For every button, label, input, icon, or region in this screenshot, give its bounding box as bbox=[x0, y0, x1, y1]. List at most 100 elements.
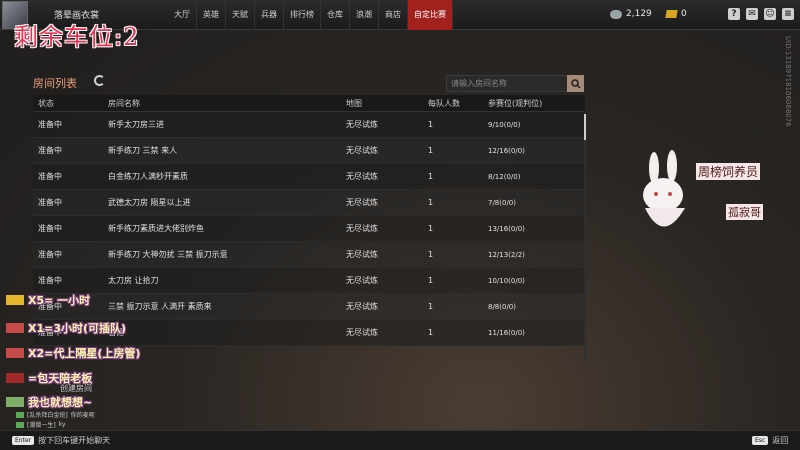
row-room-name: 新手练刀 三禁 来人 bbox=[108, 146, 178, 155]
sprout-gift-icon bbox=[6, 397, 24, 407]
nav-custom-match[interactable]: 自定比赛 bbox=[408, 0, 453, 30]
row-slots: 8/12(0/0) bbox=[488, 172, 521, 181]
nav-talents[interactable]: 天赋 bbox=[226, 0, 255, 30]
table-row[interactable]: 准备中 太刀房 让拾刀 无尽试炼 1 10/10(0/0) bbox=[33, 268, 585, 294]
row-players: 1 bbox=[428, 146, 434, 155]
row-players: 1 bbox=[428, 198, 434, 207]
nav-tide[interactable]: 浪潮 bbox=[350, 0, 379, 30]
top-icons: ? ✉ ☺ ≡ bbox=[728, 8, 794, 20]
row-map: 无尽试炼 bbox=[346, 172, 378, 181]
table-row[interactable]: 准备中 三禁 振刀示意 人满开 素质来 无尽试炼 1 8/8(0/0) bbox=[33, 294, 585, 320]
row-slots: 8/8(0/0) bbox=[488, 302, 516, 311]
main-nav: 大厅 英雄 天赋 兵器 排行榜 仓库 浪潮 商店 自定比赛 bbox=[168, 0, 453, 30]
silver-currency: 2,129 bbox=[610, 9, 652, 19]
search-icon bbox=[570, 78, 581, 89]
chat-message: [乱杀拜白金班] 你的麦呢 bbox=[16, 410, 95, 419]
gift-line-text: X1=3小时(可插队) bbox=[28, 322, 127, 335]
plane-gift-icon bbox=[6, 348, 24, 358]
chat-message: [潮僧一生] ky bbox=[16, 420, 66, 429]
chat-badge-icon bbox=[16, 421, 24, 428]
col-map[interactable]: 地图 bbox=[341, 95, 423, 111]
col-slots[interactable]: 参赛位(观判位) bbox=[483, 95, 583, 111]
nav-warehouse[interactable]: 仓库 bbox=[321, 0, 350, 30]
row-status: 准备中 bbox=[38, 224, 62, 233]
col-team-size[interactable]: 每队人数 bbox=[423, 95, 483, 111]
row-players: 1 bbox=[428, 328, 434, 337]
row-slots: 10/10(0/0) bbox=[488, 276, 525, 285]
mascot-name-label: 孤寂哥 bbox=[726, 204, 763, 220]
row-map: 无尽试炼 bbox=[346, 198, 378, 207]
row-map: 无尽试炼 bbox=[346, 146, 378, 155]
table-row[interactable]: 准备中 新手练刀 三禁 来人 无尽试炼 1 12/16(0/0) bbox=[33, 138, 585, 164]
row-status: 准备中 bbox=[38, 120, 62, 129]
room-search-input[interactable]: 请输入房间名称 bbox=[446, 75, 568, 92]
nav-weapons[interactable]: 兵器 bbox=[255, 0, 284, 30]
gold-currency: 0 bbox=[665, 9, 687, 19]
row-status: 准备中 bbox=[38, 146, 62, 155]
row-slots: 12/16(0/0) bbox=[488, 146, 525, 155]
gift-line: X2=代上隔星(上房管) bbox=[6, 345, 140, 361]
table-row[interactable]: 准备中 新手太刀房三进 无尽试炼 1 9/10(0/0) bbox=[33, 112, 585, 138]
table-row[interactable]: 准备中 新手练刀素质进大佬别炸鱼 无尽试炼 1 13/16(0/0) bbox=[33, 216, 585, 242]
row-slots: 7/8(0/0) bbox=[488, 198, 516, 207]
col-status[interactable]: 状态 bbox=[33, 95, 103, 111]
chat-hint: Enter 按下回车键开始聊天 bbox=[12, 435, 110, 446]
gift-line-text: 我也就想想~ bbox=[28, 396, 93, 409]
gift-line: X1=3小时(可插队) bbox=[6, 320, 126, 336]
table-body: 准备中 新手太刀房三进 无尽试炼 1 9/10(0/0) 准备中 新手练刀 三禁… bbox=[33, 112, 585, 346]
search-button[interactable] bbox=[567, 75, 584, 92]
chat-sender: [乱杀拜白金班] bbox=[27, 412, 68, 419]
nav-leaderboard[interactable]: 排行榜 bbox=[284, 0, 321, 30]
row-status: 准备中 bbox=[38, 276, 62, 285]
chat-hint-text: 按下回车键开始聊天 bbox=[38, 436, 111, 445]
table-row[interactable]: 准备中 武德太刀房 陨星以上进 无尽试炼 1 7/8(0/0) bbox=[33, 190, 585, 216]
friends-icon[interactable]: ☺ bbox=[764, 8, 776, 20]
nav-heroes[interactable]: 英雄 bbox=[197, 0, 226, 30]
nav-shop[interactable]: 商店 bbox=[379, 0, 408, 30]
nav-lobby[interactable]: 大厅 bbox=[168, 0, 197, 30]
silver-amount: 2,129 bbox=[626, 9, 652, 19]
row-map: 无尽试炼 bbox=[346, 224, 378, 233]
row-players: 1 bbox=[428, 172, 434, 181]
row-players: 1 bbox=[428, 302, 434, 311]
row-status: 准备中 bbox=[38, 198, 62, 207]
row-room-name: 新手练刀 大神勿扰 三禁 振刀示意 bbox=[108, 250, 228, 259]
stream-overlay-title: 剩余车位:2 bbox=[14, 23, 140, 51]
row-room-name: 新手练刀素质进大佬别炸鱼 bbox=[108, 224, 204, 233]
scroll-thumb[interactable] bbox=[584, 114, 586, 140]
rocket-gift-icon bbox=[6, 373, 24, 383]
menu-icon[interactable]: ≡ bbox=[782, 8, 794, 20]
row-slots: 12/13(2/2) bbox=[488, 250, 525, 259]
col-room-name[interactable]: 房间名称 bbox=[103, 95, 341, 111]
row-players: 1 bbox=[428, 276, 434, 285]
mascot-role-label: 周榜饲养员 bbox=[696, 163, 761, 180]
table-row[interactable]: 准备中 白金练刀人满秒开素质 无尽试炼 1 8/12(0/0) bbox=[33, 164, 585, 190]
mascot-overlay: 周榜饲养员 孤寂哥 bbox=[630, 150, 800, 240]
row-slots: 9/10(0/0) bbox=[488, 120, 521, 129]
gift-line-text: X5= 一小时 bbox=[28, 294, 91, 307]
gift-line-text: X2=代上隔星(上房管) bbox=[28, 347, 141, 360]
mail-icon[interactable]: ✉ bbox=[746, 8, 758, 20]
refresh-icon[interactable] bbox=[94, 75, 105, 86]
row-room-name: 太刀房 让拾刀 bbox=[108, 276, 159, 285]
room-list-scrollbar[interactable] bbox=[584, 114, 586, 359]
table-row[interactable]: 准备中 新手练刀 大神勿扰 三禁 振刀示意 无尽试炼 1 12/13(2/2) bbox=[33, 242, 585, 268]
enter-key-badge: Enter bbox=[12, 436, 35, 445]
row-room-name: 新手太刀房三进 bbox=[108, 120, 164, 129]
row-players: 1 bbox=[428, 224, 434, 233]
back-button[interactable]: Esc 返回 bbox=[752, 435, 788, 446]
chat-sender: [潮僧一生] bbox=[27, 422, 56, 429]
gift-line: 我也就想想~ bbox=[6, 394, 92, 410]
row-room-name: 石锤 bbox=[108, 328, 124, 337]
row-slots: 13/16(0/0) bbox=[488, 224, 525, 233]
create-room-button[interactable]: 创建房间 bbox=[60, 383, 92, 394]
row-map: 无尽试炼 bbox=[346, 120, 378, 129]
row-slots: 11/16(0/0) bbox=[488, 328, 525, 337]
help-icon[interactable]: ? bbox=[728, 8, 740, 20]
room-list-title: 房间列表 bbox=[33, 77, 77, 90]
gold-amount: 0 bbox=[681, 9, 687, 19]
plane-gift-icon bbox=[6, 323, 24, 333]
row-map: 无尽试炼 bbox=[346, 276, 378, 285]
row-map: 无尽试炼 bbox=[346, 302, 378, 311]
row-map: 无尽试炼 bbox=[346, 250, 378, 259]
